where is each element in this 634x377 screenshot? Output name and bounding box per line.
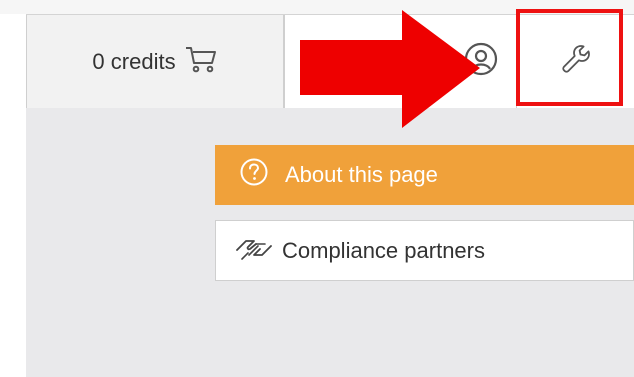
credits-cart-button[interactable]: 0 credits bbox=[26, 15, 284, 108]
menu-item-label: About this page bbox=[285, 162, 438, 187]
handshake-icon bbox=[234, 233, 274, 269]
user-button[interactable] bbox=[284, 15, 516, 108]
cart-icon bbox=[184, 44, 218, 79]
screen: 0 credits About this page Compliance par… bbox=[0, 0, 634, 377]
top-band bbox=[0, 0, 634, 14]
menu-item-label: Compliance partners bbox=[282, 237, 485, 263]
user-circle-icon bbox=[463, 41, 499, 82]
tools-dropdown-menu: About this page Compliance partners bbox=[215, 145, 634, 281]
top-toolbar: 0 credits bbox=[26, 14, 634, 108]
credits-label: 0 credits bbox=[92, 48, 176, 74]
tools-button[interactable] bbox=[516, 15, 634, 108]
menu-item-about-this-page[interactable]: About this page bbox=[215, 145, 634, 205]
menu-item-compliance-partners[interactable]: Compliance partners bbox=[215, 220, 634, 281]
question-circle-icon bbox=[239, 157, 269, 193]
wrench-icon bbox=[559, 42, 593, 81]
